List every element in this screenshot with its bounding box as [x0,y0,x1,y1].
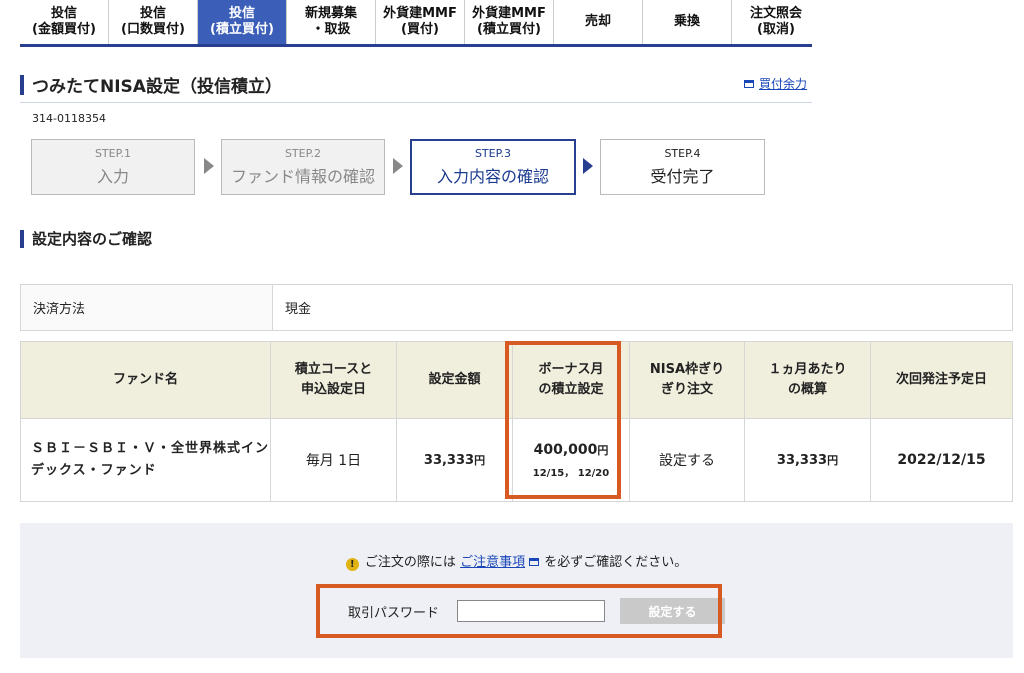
col-next-order-date: 次回発注予定日 [870,341,1013,419]
next-order-date: 2022/12/15 [870,418,1013,502]
step-3-label: 入力内容の確認 [436,167,549,186]
step-arrow-icon [583,158,593,174]
step-2-number: STEP.2 [284,147,322,160]
buying-power-link-label: 買付余力 [759,77,808,91]
monthly-estimate-value: 33,333 [776,453,828,468]
payment-method-row: 決済方法 現金 [20,284,1013,331]
step-1: STEP.1 入力 [31,139,195,195]
tab-fx-mmf-accumulation[interactable]: 外貨建MMF (積立買付) [465,0,554,44]
col-nisa-max: NISA枠ぎり ぎり注文 [629,341,745,419]
buying-power-link[interactable]: 買付余力 [744,75,807,92]
step-4: STEP.4 受付完了 [600,139,765,195]
tab-fund-accumulation[interactable]: 投信 (積立買付) [198,0,287,44]
step-arrow-icon [393,158,403,174]
password-input[interactable] [457,600,605,622]
tab-fund-units[interactable]: 投信 (口数買付) [109,0,198,44]
fund-name: ＳＢＩ－ＳＢＩ・Ｖ・全世界株式インデックス・ファンド [20,418,271,502]
monthly-estimate-cell: 33,333円 [744,418,871,502]
fund-settings-table: ファンド名 積立コースと 申込設定日 設定金額 ボーナス月 の積立設定 NISA… [20,341,1013,502]
page-title: つみたてNISA設定（投信積立） [20,72,282,97]
page-title-text: つみたてNISA設定（投信積立） [32,77,282,97]
account-number: 314-0118354 [32,112,106,125]
order-type-tabs: 投信 (金額買付) 投信 (口数買付) 投信 (積立買付) 新規募集 ・取扱 外… [20,0,820,47]
step-3-current: STEP.3 入力内容の確認 [410,139,576,195]
warning-icon: ! [345,558,359,571]
yen-unit: 円 [474,454,486,467]
payment-method-value: 現金 [285,302,312,317]
bonus-amount: 400,000 [533,441,598,458]
yen-unit: 円 [827,454,839,467]
password-label: 取引パスワード [348,606,440,621]
table-header-row: ファンド名 積立コースと 申込設定日 設定金額 ボーナス月 の積立設定 NISA… [20,341,1013,419]
tab-sell[interactable]: 売却 [554,0,643,44]
step-1-label: 入力 [96,167,129,186]
heading-divider [20,102,812,103]
tab-switch[interactable]: 乗換 [643,0,732,44]
col-bonus: ボーナス月 の積立設定 [512,341,630,419]
amount-value: 33,333 [423,453,475,468]
step-4-label: 受付完了 [650,167,715,186]
amount-cell: 33,333円 [396,418,513,502]
section-title-text: 設定内容のご確認 [32,230,153,248]
heading-bar [20,229,24,248]
heading-bar [20,74,24,95]
step-2: STEP.2 ファンド情報の確認 [221,139,385,195]
notice-post: を必ずご確認ください。 [544,555,688,570]
section-title: 設定内容のご確認 [20,228,152,249]
new-window-icon [744,79,754,88]
col-monthly-estimate: １ヵ月あたり の概算 [744,341,871,419]
step-4-number: STEP.4 [664,147,701,160]
step-1-number: STEP.1 [94,147,132,160]
tab-fund-amount[interactable]: 投信 (金額買付) [20,0,109,44]
step-2-label: ファンド情報の確認 [230,167,375,186]
bonus-dates: 12/15， 12/20 [532,467,610,479]
caution-link[interactable]: ご注意事項 [460,555,525,570]
notice-pre: ご注文の際には [364,555,456,570]
course: 毎月 1日 [270,418,397,502]
table-row: ＳＢＩ－ＳＢＩ・Ｖ・全世界株式インデックス・ファンド 毎月 1日 33,333円… [20,418,1013,502]
caution-notice: ! ご注文の際には ご注意事項 を必ずご確認ください。 [20,551,1013,571]
col-amount: 設定金額 [396,341,513,419]
tab-order-inquiry[interactable]: 注文照会 (取消) [732,0,820,44]
step-3-number: STEP.3 [474,147,512,160]
new-window-icon [529,558,540,566]
step-arrow-icon [204,158,214,174]
tab-new-offering[interactable]: 新規募集 ・取扱 [287,0,376,44]
confirm-panel: ! ご注文の際には ご注意事項 を必ずご確認ください。 取引パスワード 設定する [20,523,1013,658]
col-course: 積立コースと 申込設定日 [270,341,397,419]
tab-fx-mmf-buy[interactable]: 外貨建MMF (買付) [376,0,465,44]
submit-button[interactable]: 設定する [620,598,725,624]
payment-method-label: 決済方法 [21,285,273,330]
col-fund-name: ファンド名 [20,341,271,419]
nisa-max-setting: 設定する [629,418,745,502]
bonus-cell: 400,000円 12/15， 12/20 [512,418,630,502]
yen-unit: 円 [597,443,609,457]
